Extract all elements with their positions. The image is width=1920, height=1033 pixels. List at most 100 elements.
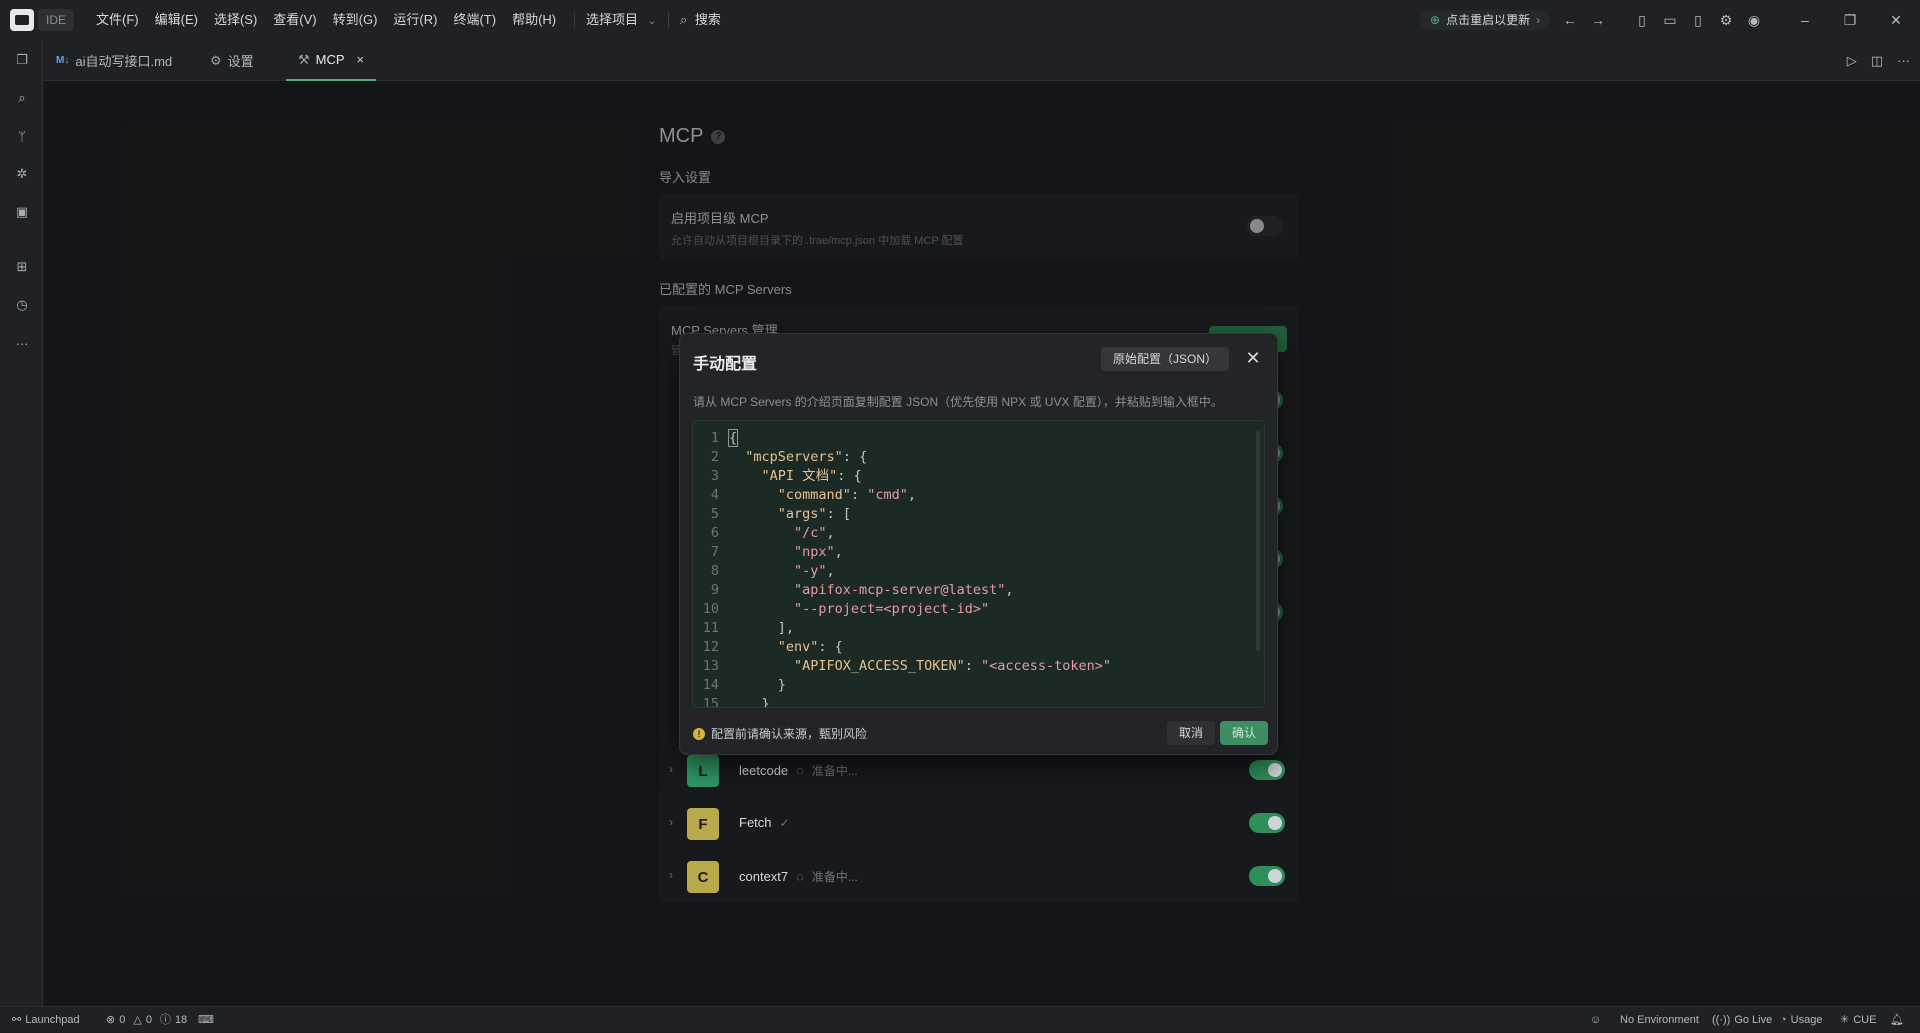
menu-goto[interactable]: 转到(G) — [325, 0, 386, 40]
extensions-icon[interactable]: ⊞ — [11, 256, 33, 278]
server-toggle[interactable] — [1249, 813, 1285, 833]
timeline-icon[interactable]: ◷ — [11, 294, 33, 316]
tab-mcp[interactable]: ⚒ MCP × — [286, 40, 377, 81]
project-select[interactable]: 选择项目 ⌄ — [586, 0, 656, 42]
status-bar: ⚯ Launchpad ⊗ 0 △ 0 ⓘ 18 ⌨ ☺ No Environment… — [0, 1006, 1920, 1032]
tab-bar: M↓ ai自动写接口.md ⚙ 设置 ⚒ MCP × ▷ ◫ ··· — [44, 40, 1920, 81]
search-box[interactable]: ⌕ 搜索 — [680, 0, 721, 40]
code-line: 9 "apifox-mcp-server@latest", — [710, 582, 1014, 598]
cue-item[interactable]: ✳ CUE — [1840, 1007, 1876, 1033]
editor-actions: ▷ ◫ ··· — [1847, 40, 1910, 81]
remote-icon[interactable]: ▣ — [11, 201, 33, 223]
project-select-label: 选择项目 — [586, 12, 639, 27]
info-count: 18 — [174, 1014, 188, 1026]
tab-markdown[interactable]: M↓ ai自动写接口.md — [44, 40, 184, 81]
server-name-wrap: leetcode ◌ 准备中... — [739, 762, 858, 779]
code-line: 4 "command": "cmd", — [710, 487, 916, 503]
toggle-panel-icon[interactable]: ▭ — [1660, 10, 1680, 30]
menu-run[interactable]: 运行(R) — [385, 0, 445, 40]
confirm-button[interactable]: 确认 — [1220, 721, 1269, 745]
settings-gear-icon[interactable]: ⚙ — [1716, 10, 1736, 30]
server-row[interactable]: › C context7 ◌ 准备中... — [659, 850, 1299, 903]
bell-icon[interactable]: 🔔︎ — [1890, 1007, 1904, 1033]
menu-terminal[interactable]: 终端(T) — [445, 0, 504, 40]
split-editor-icon[interactable]: ◫ — [1871, 53, 1883, 69]
tab-label: MCP — [315, 52, 345, 67]
error-count: 0 — [119, 1014, 126, 1026]
app-logo-icon — [10, 9, 34, 31]
warning-triangle-icon: △ — [133, 1014, 142, 1026]
close-tab-icon[interactable]: × — [357, 52, 365, 67]
chevron-down-icon: ⌄ — [647, 16, 657, 27]
toggle-knob — [1268, 816, 1282, 830]
forward-arrow-icon[interactable]: → — [1588, 10, 1608, 30]
server-name: leetcode — [739, 763, 789, 778]
tab-label: ai自动写接口.md — [75, 54, 173, 69]
dialog-description: 请从 MCP Servers 的介绍页面复制配置 JSON（优先使用 NPX 或… — [693, 395, 1223, 409]
source-control-icon[interactable]: ᛘ — [11, 125, 33, 147]
tab-settings[interactable]: ⚙ 设置 — [198, 40, 266, 81]
restore-icon[interactable]: ❐ — [1840, 10, 1860, 30]
loading-spinner-icon: ◌ — [796, 763, 804, 778]
ide-label[interactable]: IDE — [38, 9, 75, 31]
title-bar: IDE 文件(F) 编辑(E) 选择(S) 查看(V) 转到(G) 运行(R) … — [0, 0, 1920, 40]
chevron-right-icon[interactable]: › — [669, 815, 673, 829]
close-window-icon[interactable]: ✕ — [1886, 10, 1906, 30]
go-live-label: Go Live — [1734, 1014, 1773, 1026]
search-files-icon[interactable]: ⌕ — [11, 87, 33, 109]
server-toggle[interactable] — [1249, 760, 1285, 780]
chevron-right-icon: › — [1536, 13, 1541, 27]
chevron-right-icon[interactable]: › — [669, 762, 673, 776]
warning-message: ! 配置前请确认来源，甄别风险 — [693, 725, 867, 742]
explorer-icon[interactable]: ❐ — [11, 49, 33, 71]
toggle-sidebar-icon[interactable]: ▯ — [1632, 10, 1652, 30]
error-icon: ⊗ — [106, 1014, 116, 1026]
server-row[interactable]: › F Fetch ✓ — [659, 797, 1299, 850]
menu-help[interactable]: 帮助(H) — [504, 0, 564, 40]
account-icon[interactable]: ◉ — [1744, 10, 1764, 30]
code-line: 5 "args": [ — [710, 506, 851, 522]
update-button[interactable]: ⊕ 点击重启以更新 › — [1420, 10, 1551, 30]
server-status: ✓ — [779, 815, 790, 830]
raw-json-button[interactable]: 原始配置（JSON） — [1100, 347, 1229, 371]
menu-view[interactable]: 查看(V) — [265, 0, 324, 40]
server-status: 准备中... — [811, 870, 858, 884]
debug-icon[interactable]: ✲ — [11, 163, 33, 185]
code-line: 8 "-y", — [710, 563, 835, 579]
problems-item[interactable]: ⊗ 0 △ 0 ⓘ 18 — [106, 1007, 187, 1033]
code-line: 13 "APIFOX_ACCESS_TOKEN": "<access-token… — [702, 658, 1112, 674]
info-icon: ⓘ — [159, 1014, 171, 1026]
broadcast-icon: ((·)) — [1712, 1014, 1731, 1026]
toggle-knob — [1268, 869, 1282, 883]
go-live-item[interactable]: ((·)) Go Live — [1712, 1007, 1772, 1033]
usage-item[interactable]: ◔ Usage — [1780, 1007, 1822, 1033]
code-line: 7 "npx", — [710, 544, 843, 560]
menu-file[interactable]: 文件(F) — [88, 0, 147, 40]
minimize-icon[interactable]: – — [1795, 10, 1815, 30]
launchpad-label: Launchpad — [25, 1014, 80, 1026]
editor-scrollbar[interactable] — [1256, 431, 1260, 651]
cancel-button[interactable]: 取消 — [1167, 721, 1216, 745]
back-arrow-icon[interactable]: ← — [1560, 10, 1580, 30]
close-icon[interactable]: ✕ — [1243, 348, 1263, 368]
launchpad-item[interactable]: ⚯ Launchpad — [12, 1007, 80, 1033]
server-name: Fetch — [739, 815, 772, 830]
environment-item[interactable]: No Environment — [1620, 1007, 1699, 1033]
server-name-wrap: context7 ◌ 准备中... — [739, 868, 858, 885]
code-line: 12 "env": { — [702, 639, 843, 655]
chevron-right-icon[interactable]: › — [669, 868, 673, 882]
server-toggle[interactable] — [1249, 866, 1285, 886]
copilot-icon[interactable]: ☺ — [1590, 1007, 1601, 1033]
usage-label: Usage — [1790, 1014, 1823, 1026]
json-editor[interactable]: 1{ 2 "mcpServers": { 3 "API 文档": { 4 "co… — [692, 420, 1265, 708]
more-actions-icon[interactable]: ··· — [1897, 53, 1910, 68]
keyboard-icon[interactable]: ⌨ — [198, 1007, 214, 1033]
divider — [668, 12, 669, 28]
cue-icon: ✳ — [1840, 1014, 1850, 1026]
menu-selection[interactable]: 选择(S) — [206, 0, 265, 40]
run-icon[interactable]: ▷ — [1847, 53, 1857, 69]
update-icon: ⊕ — [1430, 13, 1441, 27]
more-icon[interactable]: ··· — [11, 332, 33, 354]
menu-edit[interactable]: 编辑(E) — [147, 0, 206, 40]
toggle-right-panel-icon[interactable]: ▯ — [1688, 10, 1708, 30]
